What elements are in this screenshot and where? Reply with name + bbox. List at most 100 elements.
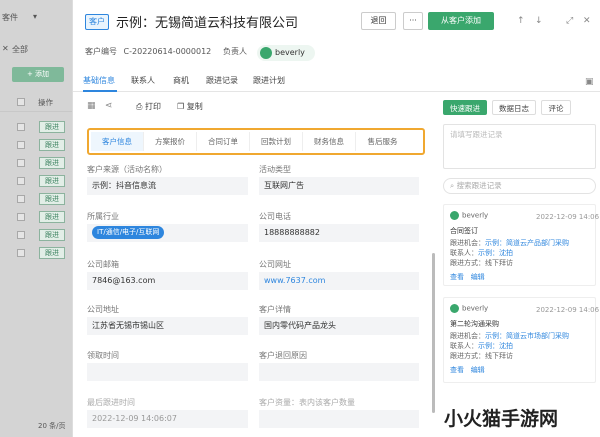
row-tag[interactable]: 跟进 xyxy=(39,175,65,187)
tab-basic-info[interactable]: 基础信息 xyxy=(83,75,115,86)
chevron-down-icon[interactable]: ▾ xyxy=(33,12,37,21)
website-link[interactable]: www.7637.com xyxy=(259,272,419,290)
row-tag[interactable]: 跟进 xyxy=(39,121,65,133)
card-contact-label: 联系人： xyxy=(450,249,478,257)
card-user: beverly xyxy=(450,304,488,313)
close-icon[interactable]: ✕ xyxy=(583,15,591,27)
more-button[interactable]: ··· xyxy=(403,12,423,30)
address-value[interactable]: 江苏省无锡市锡山区 xyxy=(87,317,248,335)
tab-comments[interactable]: 评论 xyxy=(541,100,571,115)
claim-time-value[interactable] xyxy=(87,363,248,381)
detail-value[interactable]: 国内零代码产品龙头 xyxy=(259,317,419,335)
tab-follow-records[interactable]: 跟进记录 xyxy=(206,75,238,86)
last-follow-value: 2022-12-09 14:06:07 xyxy=(87,410,248,428)
page-size-label[interactable]: 20 条/页 xyxy=(38,421,66,431)
website-label: 公司网址 xyxy=(259,260,291,269)
card-contact-link[interactable]: 示例：沈拍 xyxy=(478,249,513,257)
add-button[interactable]: + 添加 xyxy=(12,67,64,82)
card-username: beverly xyxy=(462,211,489,220)
activity-type-value[interactable]: 互联网广告 xyxy=(259,177,419,195)
row-checkbox[interactable] xyxy=(17,213,25,221)
sidebar-toggle-icon[interactable]: ▣ xyxy=(585,76,594,88)
row-checkbox[interactable] xyxy=(17,249,25,257)
row-tag[interactable]: 跟进 xyxy=(39,193,65,205)
row-tag[interactable]: 跟进 xyxy=(39,157,65,169)
row-tag[interactable]: 跟进 xyxy=(39,211,65,223)
back-button[interactable]: 退回 xyxy=(361,12,396,30)
print-label: 打印 xyxy=(144,102,161,111)
add-from-customer-button[interactable]: 从客户添加 xyxy=(428,12,494,30)
card-opportunity-link[interactable]: 示例：简道云市场部门采购 xyxy=(485,332,569,340)
arrow-up-icon[interactable]: ↑ xyxy=(517,15,525,27)
row-tag[interactable]: 跟进 xyxy=(39,247,65,259)
card-actions: 查看 编辑 xyxy=(450,365,485,375)
follow-card[interactable]: beverly 2022-12-09 14:06 合同签订 跟进机会：示例：简道… xyxy=(443,204,599,286)
segment-finance-info[interactable]: 财务信息 xyxy=(303,132,356,151)
address-label: 公司地址 xyxy=(87,305,119,314)
industry-field[interactable]: IT/通信/电子/互联网 xyxy=(87,224,248,242)
card-method-label: 跟进方式： xyxy=(450,259,485,267)
card-contact: 联系人：示例：沈拍 xyxy=(450,341,513,351)
card-contact-link[interactable]: 示例：沈拍 xyxy=(478,342,513,350)
activity-type-label: 活动类型 xyxy=(259,165,291,174)
view-link[interactable]: 查看 xyxy=(450,366,464,374)
tab-contacts[interactable]: 联系人 xyxy=(131,75,155,86)
tab-opportunities[interactable]: 商机 xyxy=(173,75,189,86)
expand-icon[interactable]: ⤢ xyxy=(566,15,573,27)
owner-label: 负责人 xyxy=(223,47,247,56)
phone-label: 公司电话 xyxy=(259,212,291,221)
view-link[interactable]: 查看 xyxy=(450,273,464,281)
copy-label: 复制 xyxy=(186,102,203,111)
tab-data-log[interactable]: 数据日志 xyxy=(492,100,536,115)
section-switcher: 客户信息 方案报价 合同订单 回款计划 财务信息 售后服务 xyxy=(87,128,425,155)
row-checkbox[interactable] xyxy=(17,231,25,239)
segment-customer-info[interactable]: 客户信息 xyxy=(91,132,144,151)
arrow-down-icon[interactable]: ↓ xyxy=(535,15,543,27)
avatar xyxy=(450,211,459,220)
row-checkbox[interactable] xyxy=(17,177,25,185)
row-tag[interactable]: 跟进 xyxy=(39,139,65,151)
close-icon[interactable]: ✕ xyxy=(2,44,9,53)
tab-quick-follow[interactable]: 快速跟进 xyxy=(443,100,487,115)
follow-record-textarea[interactable]: 请填写跟进记录 xyxy=(443,124,596,169)
edit-link[interactable]: 编辑 xyxy=(471,273,485,281)
search-input[interactable]: ⌕ 搜索跟进记录 xyxy=(443,178,596,194)
row-tag[interactable]: 跟进 xyxy=(39,229,65,241)
copy-button[interactable]: ❐ 复制 xyxy=(177,101,203,112)
return-reason-value[interactable] xyxy=(259,363,419,381)
detail-tabs: 基础信息 联系人 商机 跟进记录 跟进计划 ▣ xyxy=(73,70,600,92)
card-opportunity-link[interactable]: 示例：简道云产品部门采购 xyxy=(485,239,569,247)
customer-number: 客户编号 C-20220614-0000012 xyxy=(85,46,211,57)
owner-name: beverly xyxy=(275,48,305,57)
row-checkbox[interactable] xyxy=(17,159,25,167)
source-value[interactable]: 示例：抖音信息流 xyxy=(87,177,248,195)
claim-time-label: 领取时间 xyxy=(87,351,119,360)
panel-header: 客户 示例：无锡简道云科技有限公司 退回 ··· 从客户添加 ↑ ↓ ⤢ ✕ xyxy=(73,0,600,44)
card-method-value: 线下拜访 xyxy=(485,352,513,360)
segment-after-sales[interactable]: 售后服务 xyxy=(356,132,409,151)
tab-follow-plans[interactable]: 跟进计划 xyxy=(253,75,285,86)
segment-payment-plan[interactable]: 回款计划 xyxy=(250,132,303,151)
filter-all-label[interactable]: 全部 xyxy=(12,44,28,55)
select-all-checkbox[interactable] xyxy=(17,98,25,106)
card-actions: 查看 编辑 xyxy=(450,272,485,282)
card-title: 合同签订 xyxy=(450,227,478,235)
card-opportunity: 跟进机会：示例：简道云产品部门采购 xyxy=(450,238,569,248)
row-checkbox[interactable] xyxy=(17,141,25,149)
email-value[interactable]: 7846@163.com xyxy=(87,272,248,290)
return-reason-label: 客户退回原因 xyxy=(259,351,307,360)
phone-value[interactable]: 18888888882 xyxy=(259,224,419,242)
qrcode-icon[interactable]: ▦ xyxy=(87,100,96,112)
segment-quotation[interactable]: 方案报价 xyxy=(144,132,197,151)
edit-link[interactable]: 编辑 xyxy=(471,366,485,374)
row-checkbox[interactable] xyxy=(17,195,25,203)
dropdown-label[interactable]: 客件 xyxy=(2,12,18,23)
share-icon[interactable]: ⋖ xyxy=(105,100,113,112)
owner-pill[interactable]: beverly xyxy=(257,45,315,61)
scrollbar[interactable] xyxy=(432,253,435,413)
follow-card[interactable]: beverly 2022-12-09 14:06 第二轮沟通采购 跟进机会：示例… xyxy=(443,297,599,383)
segment-contract-order[interactable]: 合同订单 xyxy=(197,132,250,151)
row-checkbox[interactable] xyxy=(17,123,25,131)
print-button[interactable]: ⎙ 打印 xyxy=(136,101,161,112)
divider xyxy=(0,111,72,112)
